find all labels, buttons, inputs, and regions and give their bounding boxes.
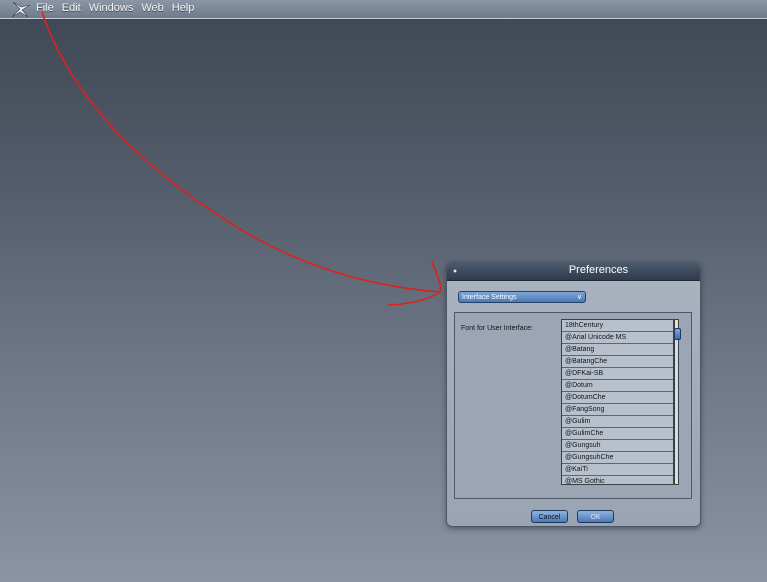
dialog-title: Preferences [568,264,629,276]
font-list-item[interactable]: @GulimChe [562,428,673,440]
preferences-dialog: Preferences Interface Settings ∨ Font fo… [446,262,701,527]
menu-windows[interactable]: Windows [89,2,140,14]
font-list-item[interactable]: @GungsuhChe [562,452,673,464]
settings-panel: Font for User Interface: 18thCentury @Ar… [454,312,692,499]
font-list-item[interactable]: 18thCentury [562,320,673,332]
font-list-item[interactable]: @Dotum [562,380,673,392]
app-logo-icon[interactable] [10,1,32,18]
font-list-item[interactable]: @KaiTi [562,464,673,476]
ok-button[interactable]: OK [577,510,614,523]
category-dropdown-value: Interface Settings [462,294,517,301]
cancel-button[interactable]: Cancel [531,510,568,523]
menu-web[interactable]: Web [141,2,169,14]
category-dropdown[interactable]: Interface Settings ∨ [458,291,586,303]
font-list-item[interactable]: @Batang [562,344,673,356]
font-list-item[interactable]: @FangSong [562,404,673,416]
menu-file[interactable]: File [36,2,60,14]
menu-edit[interactable]: Edit [62,2,87,14]
menu-items: File Edit Windows Web Help [36,2,202,14]
font-list-item[interactable]: @MS Gothic [562,476,673,484]
font-label: Font for User Interface: [461,325,533,332]
font-list-item[interactable]: @Arial Unicode MS [562,332,673,344]
menu-help[interactable]: Help [172,2,201,14]
dialog-titlebar[interactable]: Preferences [447,263,700,281]
scrollbar-top-cap [675,320,678,326]
font-list-item[interactable]: @DFKai-SB [562,368,673,380]
scrollbar-thumb[interactable] [674,328,681,340]
font-list-item[interactable]: @DotumChe [562,392,673,404]
scrollbar-bottom-cap [675,478,678,484]
font-list-item[interactable]: @Gungsuh [562,440,673,452]
font-list-item[interactable]: @BatangChe [562,356,673,368]
font-list-item[interactable]: @Gulim [562,416,673,428]
chevron-down-icon: ∨ [576,294,582,301]
font-list[interactable]: 18thCentury @Arial Unicode MS @Batang @B… [561,319,674,485]
menu-bar: File Edit Windows Web Help [0,0,767,19]
font-list-scrollbar[interactable] [674,319,681,485]
